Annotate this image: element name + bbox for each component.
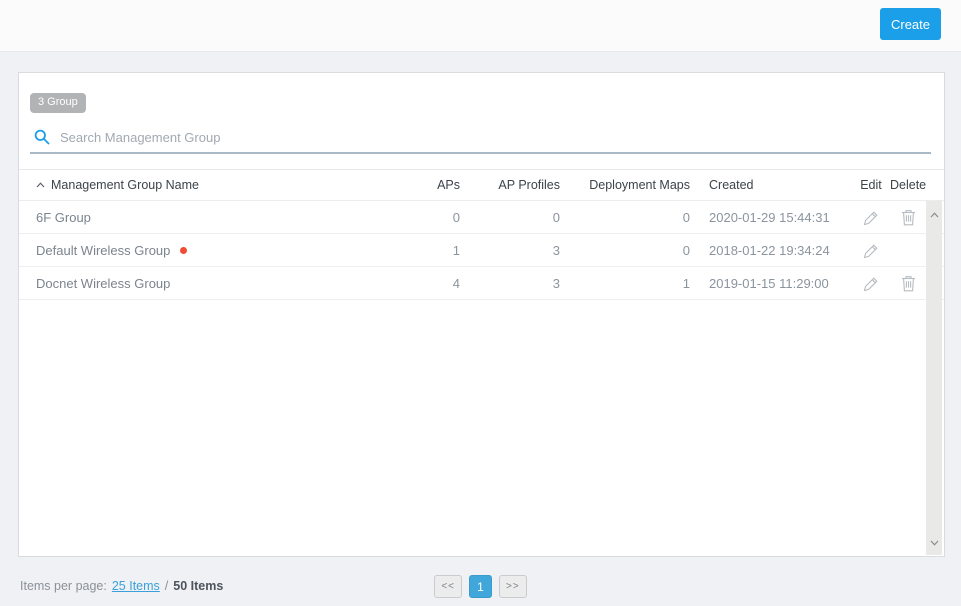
column-header-delete: Delete [890, 178, 926, 192]
delete-icon[interactable] [901, 275, 916, 292]
current-page-button[interactable]: 1 [469, 575, 492, 598]
previous-page-button[interactable]: << [434, 575, 462, 598]
created-timestamp: 2019-01-15 11:29:00 [709, 275, 829, 291]
create-button[interactable]: Create [880, 8, 941, 40]
column-header-aps[interactable]: APs [437, 178, 460, 192]
edit-icon[interactable] [863, 209, 880, 226]
search-icon [34, 129, 50, 145]
deployment-maps-count: 1 [682, 275, 690, 291]
aps-count: 1 [452, 242, 460, 258]
vertical-scrollbar[interactable] [926, 201, 942, 555]
column-header-name[interactable]: Management Group Name [51, 178, 199, 192]
table-header-row: Management Group Name APs AP Profiles De… [19, 169, 944, 201]
scroll-up-icon[interactable] [930, 205, 939, 223]
edit-icon[interactable] [863, 275, 880, 292]
ap-profiles-count: 3 [552, 275, 560, 291]
column-header-edit: Edit [860, 178, 882, 192]
management-group-panel: 3 Group Management Group Name APs AP Pro… [18, 72, 945, 557]
search-bar[interactable] [30, 128, 931, 154]
ap-profiles-count: 0 [552, 209, 560, 225]
table-row[interactable]: Default Wireless Group 1 3 0 2018-01-22 … [19, 234, 944, 267]
edit-icon[interactable] [863, 242, 880, 259]
group-count-badge: 3 Group [30, 93, 86, 113]
aps-count: 4 [452, 275, 460, 291]
search-input[interactable] [60, 129, 929, 145]
created-timestamp: 2020-01-29 15:44:31 [709, 209, 830, 225]
active-status-dot [180, 246, 188, 254]
group-name: Docnet Wireless Group [36, 275, 171, 291]
column-header-created[interactable]: Created [709, 178, 753, 192]
group-name: 6F Group [36, 209, 91, 225]
group-table: Management Group Name APs AP Profiles De… [19, 169, 944, 300]
table-row[interactable]: 6F Group 0 0 0 2020-01-29 15:44:31 [19, 201, 944, 234]
delete-icon[interactable] [901, 209, 916, 226]
deployment-maps-count: 0 [682, 242, 690, 258]
created-timestamp: 2018-01-22 19:34:24 [709, 242, 830, 258]
ap-profiles-count: 3 [552, 242, 560, 258]
scroll-down-icon[interactable] [930, 533, 939, 551]
table-row[interactable]: Docnet Wireless Group 4 3 1 2019-01-15 1… [19, 267, 944, 300]
column-header-deployment-maps[interactable]: Deployment Maps [589, 178, 690, 192]
column-header-ap-profiles[interactable]: AP Profiles [498, 178, 560, 192]
top-bar: Create [0, 0, 961, 52]
deployment-maps-count: 0 [682, 209, 690, 225]
next-page-button[interactable]: >> [499, 575, 527, 598]
aps-count: 0 [452, 209, 460, 225]
pagination: << 1 >> [0, 575, 961, 598]
sort-ascending-icon[interactable] [36, 182, 45, 188]
group-name: Default Wireless Group [36, 242, 171, 258]
